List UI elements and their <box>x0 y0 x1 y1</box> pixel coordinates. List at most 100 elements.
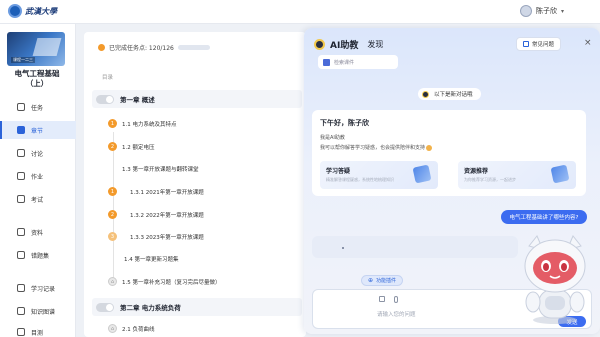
section-item[interactable]: 1.4 第一章更新习题集 <box>124 255 179 263</box>
sidebar-item-record[interactable]: 学习记录 <box>0 279 76 297</box>
section-number-badge: 1 <box>108 187 117 196</box>
sidebar-item-task[interactable]: 任务 <box>0 98 76 116</box>
sidebar-item-discussion[interactable]: 讨论 <box>0 144 76 162</box>
homework-icon <box>17 172 25 180</box>
new-conversation-text: 以下是新对话哦 <box>434 92 473 98</box>
feature-subtitle: 精准解答课程疑惑，系统性地梳理知识 <box>326 177 394 182</box>
tab-discover[interactable]: 发现 <box>367 39 383 50</box>
sidebar-item-mistakes[interactable]: 错题集 <box>0 246 76 264</box>
feature-card-resources[interactable]: 资源推荐 为你推荐学习资源，一起进步 <box>458 161 576 189</box>
feature-card-study-qa[interactable]: 学习答疑 精准解答课程疑惑，系统性地梳理知识 <box>320 161 438 189</box>
faq-label: 常见问题 <box>532 42 555 48</box>
section-title: 1.4 第一章更新习题集 <box>124 257 179 263</box>
section-item[interactable]: 1.3 第一章开放课题与翻转课堂 <box>122 165 199 173</box>
section-item[interactable]: 3 1.3.3 2023年第一章开放课题 <box>108 232 204 241</box>
faq-button[interactable]: 常见问题 <box>516 37 562 51</box>
sidebar-item-assessment[interactable]: 目测 <box>0 323 76 337</box>
plugin-button[interactable]: ⊕ 功能插件 <box>361 275 404 286</box>
previous-message-text: 检索课件 <box>334 59 355 66</box>
sidebar-item-label: 考试 <box>31 196 44 204</box>
section-number-badge: 1 <box>108 119 117 128</box>
chapter-2-header[interactable]: 第二章 电力系统负荷 <box>96 299 296 315</box>
intro-line-2-text: 我可以帮你解答学习疑惑，也会提供陪伴和支持 <box>320 145 426 151</box>
ai-assistant-logo-icon <box>314 39 325 50</box>
progress-bar <box>177 45 210 50</box>
plugin-label: 功能插件 <box>376 278 397 284</box>
ai-mascot-robot[interactable] <box>515 232 595 326</box>
sidebar-item-label: 任务 <box>31 104 44 112</box>
sidebar-item-label: 目测 <box>31 329 44 337</box>
toc-label: 目录 <box>102 75 114 81</box>
section-item[interactable]: ⌂ 2.1 负荷曲线 <box>108 324 155 333</box>
section-title: 1.3.1 2021年第一章开放课题 <box>130 189 204 196</box>
university-logo[interactable]: 武漢大學 <box>8 4 57 18</box>
section-number-badge: 3 <box>108 232 117 241</box>
sidebar-item-label: 讨论 <box>31 150 44 158</box>
previous-message-card[interactable]: 检索课件 <box>318 55 398 69</box>
sidebar-item-label: 错题集 <box>31 252 50 260</box>
exam-icon <box>17 195 25 203</box>
ai-mini-logo-icon <box>422 90 429 98</box>
section-title: 1.3 第一章开放课题与翻转课堂 <box>122 167 199 173</box>
section-title: 1.1 电力系统及其特点 <box>122 121 177 128</box>
close-icon[interactable]: × <box>584 38 592 48</box>
plugin-icon: ⊕ <box>368 277 374 284</box>
course-thumbnail[interactable]: 课程一二三 <box>7 32 65 66</box>
task-icon <box>17 103 25 111</box>
sidebar-item-materials[interactable]: 资料 <box>0 223 76 241</box>
section-item[interactable]: 2 1.2 额定电压 <box>108 142 155 151</box>
section-title: 2.1 负荷曲线 <box>122 326 155 333</box>
greeting-card: 下午好，陈子欣 我是AI助教 我可以帮你解答学习疑惑，也会提供陪伴和支持 学习答… <box>312 110 586 196</box>
user-menu[interactable]: 陈子欣 ▾ <box>519 5 564 17</box>
section-number-badge: 2 <box>108 210 117 219</box>
microphone-icon[interactable] <box>394 296 398 303</box>
tab-ai-assistant[interactable]: AI助教 <box>330 38 358 51</box>
sidebar-item-knowledge-graph[interactable]: 知识图谱 <box>0 302 76 320</box>
sidebar-item-label: 知识图谱 <box>31 308 56 316</box>
section-item[interactable]: ⌂ 1.5 第一章补充习题（复习完后尽量做） <box>108 277 221 286</box>
typing-indicator <box>342 247 344 249</box>
sidebar-item-exam[interactable]: 考试 <box>0 190 76 208</box>
image-upload-icon[interactable] <box>379 296 385 302</box>
materials-icon <box>17 228 25 236</box>
assistant-typing-bubble <box>312 236 518 258</box>
section-number-badge: 2 <box>108 142 117 151</box>
ai-panel-header: AI助教 发现 <box>314 38 383 51</box>
sidebar: 课程一二三 电气工程基础（上） 任务 章节 讨论 作业 考试 资料 错题集 学习… <box>0 24 76 337</box>
feature-title: 资源推荐 <box>464 168 489 175</box>
chat-input-placeholder: 请输入您的问题 <box>377 312 416 318</box>
faq-icon <box>523 41 529 47</box>
document-icon <box>323 58 330 66</box>
section-item[interactable]: 1 1.1 电力系统及其特点 <box>108 119 177 128</box>
chapter-toggle[interactable] <box>96 302 114 312</box>
sidebar-item-label: 资料 <box>31 229 44 237</box>
section-item[interactable]: 1 1.3.1 2021年第一章开放课题 <box>108 187 204 196</box>
lock-icon: ⌂ <box>108 277 117 286</box>
greeting-title: 下午好，陈子欣 <box>320 119 369 127</box>
top-bar: 武漢大學 陈子欣 ▾ <box>0 0 600 24</box>
chapter-1-header[interactable]: 第一章 概述 <box>96 91 296 107</box>
chapter-toggle[interactable] <box>96 94 114 104</box>
course-title: 电气工程基础（上） <box>14 69 60 88</box>
avatar <box>519 5 532 17</box>
new-conversation-divider: 以下是新对话哦 <box>418 88 481 100</box>
sidebar-item-chapter[interactable]: 章节 <box>0 121 76 139</box>
input-toolbar <box>379 296 398 303</box>
book-icon <box>550 164 570 184</box>
task-progress: 已完成任务点: 120/126 <box>98 43 210 52</box>
sidebar-item-homework[interactable]: 作业 <box>0 167 76 185</box>
section-title: 1.3.3 2023年第一章开放课题 <box>130 234 204 241</box>
timeline-line <box>113 132 114 282</box>
section-title: 1.3.2 2022年第一章开放课题 <box>130 212 204 219</box>
record-icon <box>17 284 25 292</box>
section-item[interactable]: 2 1.3.2 2022年第一章开放课题 <box>108 210 204 219</box>
progress-text: 已完成任务点: 120/126 <box>109 45 174 52</box>
intro-line-2: 我可以帮你解答学习疑惑，也会提供陪伴和支持 <box>320 144 433 151</box>
intro-line-1: 我是AI助教 <box>320 135 345 141</box>
chapter-title: 第二章 电力系统负荷 <box>120 304 181 312</box>
sidebar-item-label: 学习记录 <box>31 285 56 293</box>
university-logo-text: 武漢大學 <box>25 5 57 16</box>
feature-subtitle: 为你推荐学习资源，一起进步 <box>464 177 516 182</box>
smile-emoji-icon <box>426 144 433 151</box>
sidebar-item-label: 作业 <box>31 173 44 181</box>
